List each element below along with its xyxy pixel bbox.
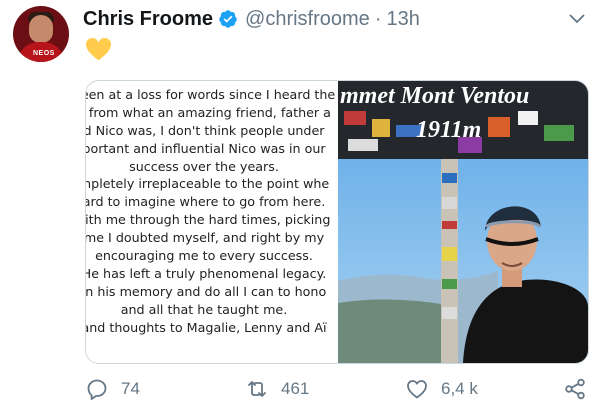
statement-line: e from what an amazing friend, father a: [86, 104, 331, 120]
share-button[interactable]: [563, 374, 587, 404]
statement-text: been at a loss for words since I heard t…: [86, 86, 338, 336]
retweet-count: 461: [281, 379, 310, 398]
statement-line: He has left a truly phenomenal legacy.: [86, 265, 327, 281]
retweet-button[interactable]: 461: [245, 374, 309, 404]
statement-line: in his memory and do all I can to hono: [86, 283, 327, 299]
avatar[interactable]: NEOS: [13, 6, 69, 62]
statement-line: me I doubted myself, and right by my: [86, 230, 325, 246]
verified-badge-icon: [219, 10, 237, 28]
avatar-jersey-logo: NEOS: [33, 50, 55, 57]
summit-photo: mmet Mont Ventou 1911m: [338, 81, 588, 363]
statement-line: encouraging me to every success.: [95, 248, 313, 264]
author-handle[interactable]: @chrisfroome: [245, 8, 370, 31]
heart-icon: [407, 380, 427, 399]
reply-icon: [87, 379, 107, 400]
chevron-down-icon[interactable]: [568, 10, 586, 28]
statement-line: and all that he taught me.: [120, 301, 288, 317]
summit-sign-text: mmet Mont Ventou: [340, 83, 529, 109]
timestamp[interactable]: 13h: [386, 8, 419, 31]
statement-line: ard to imagine where to go from here.: [86, 194, 326, 210]
statement-line: portant and influential Nico was in our: [86, 140, 326, 156]
author-name[interactable]: Chris Froome: [83, 8, 213, 31]
statement-image: been at a loss for words since I heard t…: [86, 81, 338, 363]
reply-button[interactable]: 74: [85, 374, 140, 404]
statement-line: vith me through the hard times, picking: [86, 212, 331, 228]
avatar-face: [29, 15, 53, 43]
statement-line: and thoughts to Magalie, Lenny and Aï: [86, 319, 327, 335]
share-icon: [565, 378, 585, 400]
tweet-media[interactable]: been at a loss for words since I heard t…: [85, 80, 589, 364]
statement-line: mpletely irreplaceable to the point whe: [86, 176, 330, 192]
reply-count: 74: [121, 379, 140, 398]
statement-line: d Nico was, I don't think people under: [86, 122, 325, 138]
yellow-heart-icon: [86, 38, 111, 61]
separator-dot: ·: [374, 7, 382, 30]
retweet-icon: [248, 381, 266, 397]
statement-line: success over the years.: [129, 158, 279, 174]
like-button[interactable]: 6,4 k: [405, 374, 478, 404]
like-count: 6,4 k: [441, 379, 478, 398]
tweet: NEOS Chris Froome @chrisfroome · 13h bee…: [0, 0, 610, 420]
statement-line: been at a loss for words since I heard t…: [86, 87, 336, 102]
tweet-header: Chris Froome @chrisfroome · 13h: [83, 6, 420, 32]
summit-sign-year: 1911m: [416, 117, 481, 143]
tweet-actions: 74 461 6,4 k: [85, 374, 595, 404]
